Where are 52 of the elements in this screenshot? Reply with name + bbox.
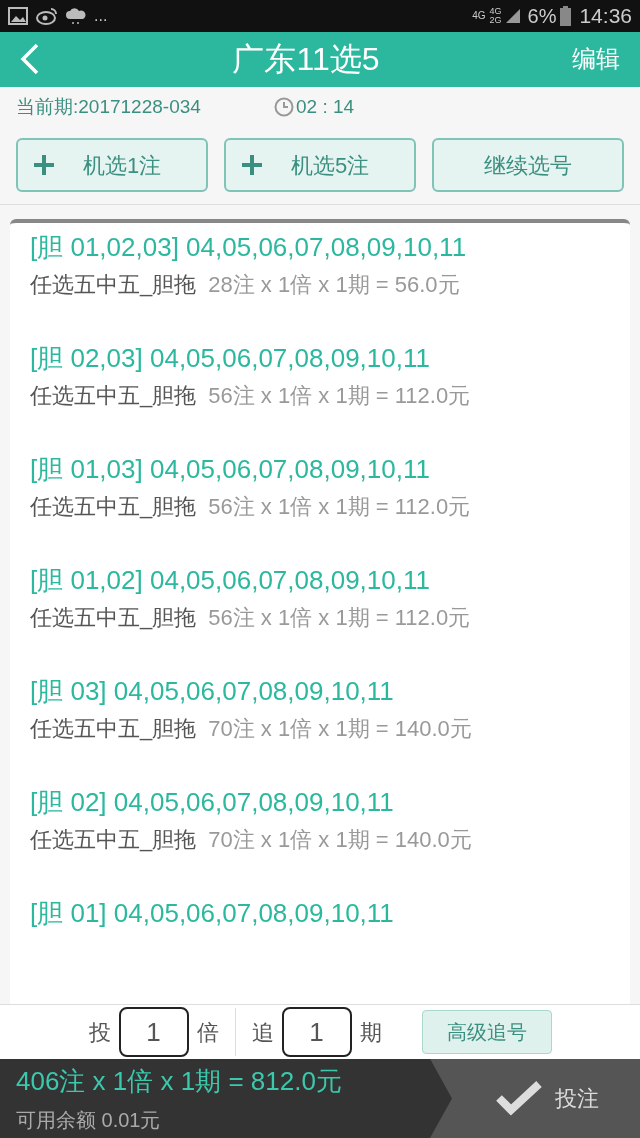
- stepper-label: 投: [88, 1018, 111, 1047]
- order-total: 406注 x 1倍 x 1期 = 812.0元: [16, 1064, 343, 1098]
- stepper-label: 期: [359, 1018, 382, 1047]
- current-period: 当前期:20171228-034: [16, 94, 202, 119]
- more-notifications: ...: [94, 5, 108, 26]
- play-type: 任选五中五_胆拖: [30, 604, 197, 633]
- count-field[interactable]: 1: [281, 1007, 352, 1057]
- bet-numbers: [胆 02] 04,05,06,07,08,09,10,11: [30, 786, 395, 820]
- bet-numbers: [胆 01,02] 04,05,06,07,08,09,10,11: [30, 564, 431, 598]
- stepper-label: 倍: [196, 1018, 219, 1047]
- play-type: 任选五中五_胆拖: [30, 271, 197, 300]
- battery-icon: [560, 5, 572, 26]
- bet-numbers: [胆 02,03] 04,05,06,07,08,09,10,11: [30, 342, 431, 376]
- bet-amount: 56注 x 1倍 x 1期 = 112.0元: [208, 382, 471, 411]
- bet-numbers: [胆 01] 04,05,06,07,08,09,10,11: [30, 897, 395, 931]
- back-icon[interactable]: [20, 43, 40, 76]
- count-field[interactable]: 1: [118, 1007, 189, 1057]
- random-pick-button[interactable]: 机选1注: [16, 138, 208, 193]
- random-pick-button[interactable]: 机选5注: [224, 138, 416, 193]
- signal-icon: [505, 8, 520, 23]
- bet-numbers: [胆 01,02,03] 04,05,06,07,08,09,10,11: [30, 231, 468, 265]
- bet-numbers: [胆 01,03] 04,05,06,07,08,09,10,11: [30, 453, 431, 487]
- bet-amount: 28注 x 1倍 x 1期 = 56.0元: [208, 271, 460, 300]
- bet-amount: 70注 x 1倍 x 1期 = 140.0元: [208, 826, 472, 855]
- countdown: 02 : 14: [296, 94, 355, 119]
- play-type: 任选五中五_胆拖: [30, 715, 197, 744]
- eye-icon: [36, 6, 58, 25]
- bet-amount: 56注 x 1倍 x 1期 = 112.0元: [208, 493, 471, 522]
- play-type: 任选五中五_胆拖: [30, 493, 197, 522]
- page-title: 广东11选5: [232, 40, 380, 80]
- advanced-chase-button[interactable]: 高级追号: [421, 1010, 552, 1054]
- image-icon: [8, 6, 28, 25]
- cloud-icon: [66, 6, 86, 25]
- plus-icon: [242, 155, 262, 176]
- clock-icon: [274, 96, 294, 117]
- network-label: 4G: [489, 6, 502, 16]
- submit-bet-button[interactable]: 投注: [430, 1058, 640, 1138]
- bet-amount: 56注 x 1倍 x 1期 = 112.0元: [208, 604, 471, 633]
- battery-percent: 6%: [527, 3, 557, 29]
- network-label: 4G: [472, 10, 486, 21]
- bet-numbers: [胆 03] 04,05,06,07,08,09,10,11: [30, 675, 395, 709]
- available-balance: 可用余额 0.01元: [16, 1107, 162, 1133]
- plus-icon: [34, 155, 54, 176]
- play-type: 任选五中五_胆拖: [30, 826, 197, 855]
- random-pick-button[interactable]: 继续选号: [432, 138, 624, 193]
- clock: 14:36: [579, 3, 632, 29]
- play-type: 任选五中五_胆拖: [30, 382, 197, 411]
- bet-amount: 70注 x 1倍 x 1期 = 140.0元: [208, 715, 472, 744]
- edit-button[interactable]: 编辑: [572, 41, 620, 78]
- network-label: 2G: [489, 15, 502, 25]
- stepper-label: 追: [251, 1018, 274, 1047]
- check-icon: [495, 1080, 543, 1117]
